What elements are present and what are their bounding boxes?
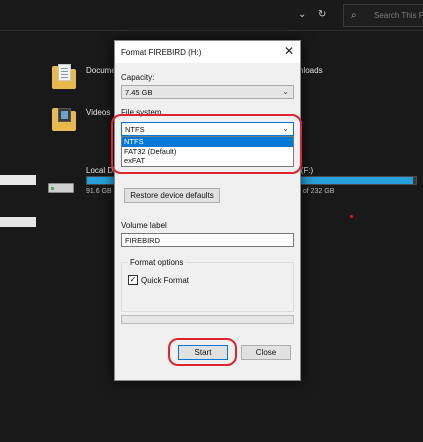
filesystem-option-exfat[interactable]: exFAT (122, 156, 293, 166)
filesystem-option-ntfs[interactable]: NTFS (122, 137, 293, 147)
documents-folder-icon[interactable] (52, 64, 76, 90)
search-box[interactable]: ⌕ Search This PC (343, 4, 423, 27)
refresh-icon[interactable]: ↻ (318, 8, 326, 22)
search-placeholder: Search This PC (374, 11, 423, 20)
volume-label-caption: Volume label (121, 221, 167, 230)
chevron-down-icon: ⌄ (282, 124, 289, 133)
close-button[interactable]: Close (241, 345, 291, 360)
quick-format-checkbox[interactable]: ✓ (128, 275, 138, 285)
filesystem-dropdown-list: NTFS FAT32 (Default) exFAT (121, 136, 294, 167)
nav-pane-selection (0, 175, 36, 185)
filesystem-select[interactable]: NTFS ⌄ (121, 122, 294, 136)
capacity-select[interactable]: 7.45 GB ⌄ (121, 85, 294, 99)
format-options-group: Format options ✓ Quick Format (121, 258, 294, 312)
dialog-title: Format FIREBIRD (H:) (121, 48, 202, 57)
drive-usage-bar-f (283, 176, 417, 185)
restore-defaults-button[interactable]: Restore device defaults (124, 188, 220, 203)
start-button[interactable]: Start (178, 345, 228, 360)
format-dialog: Format FIREBIRD (H:) ✕ Capacity: 7.45 GB… (114, 40, 301, 381)
folder-label-videos[interactable]: Videos (86, 108, 110, 117)
drive-usage-fill-f (284, 177, 414, 184)
red-dot-marker (350, 215, 353, 218)
dialog-title-bar: Format FIREBIRD (H:) ✕ (115, 41, 300, 63)
volume-label-input[interactable]: FIREBIRD (121, 233, 294, 247)
chevron-down-icon[interactable]: ⌄ (298, 8, 306, 22)
filesystem-value: NTFS (125, 125, 145, 134)
explorer-address-bar: ⌄ ↻ ⌕ Search This PC (0, 0, 423, 31)
filesystem-option-fat32[interactable]: FAT32 (Default) (122, 147, 293, 157)
capacity-value: 7.45 GB (125, 88, 153, 97)
quick-format-label[interactable]: Quick Format (141, 276, 189, 285)
videos-folder-icon[interactable] (52, 106, 76, 132)
drive-icon[interactable] (48, 180, 74, 196)
filesystem-label: File system (121, 108, 162, 117)
capacity-label: Capacity: (121, 73, 155, 82)
close-icon[interactable]: ✕ (284, 44, 294, 58)
chevron-down-icon: ⌄ (282, 87, 289, 96)
format-progress-bar (121, 315, 294, 324)
search-icon: ⌕ (351, 10, 357, 21)
format-options-label: Format options (128, 258, 186, 267)
nav-pane-selection (0, 217, 36, 227)
volume-label-value: FIREBIRD (125, 236, 161, 245)
